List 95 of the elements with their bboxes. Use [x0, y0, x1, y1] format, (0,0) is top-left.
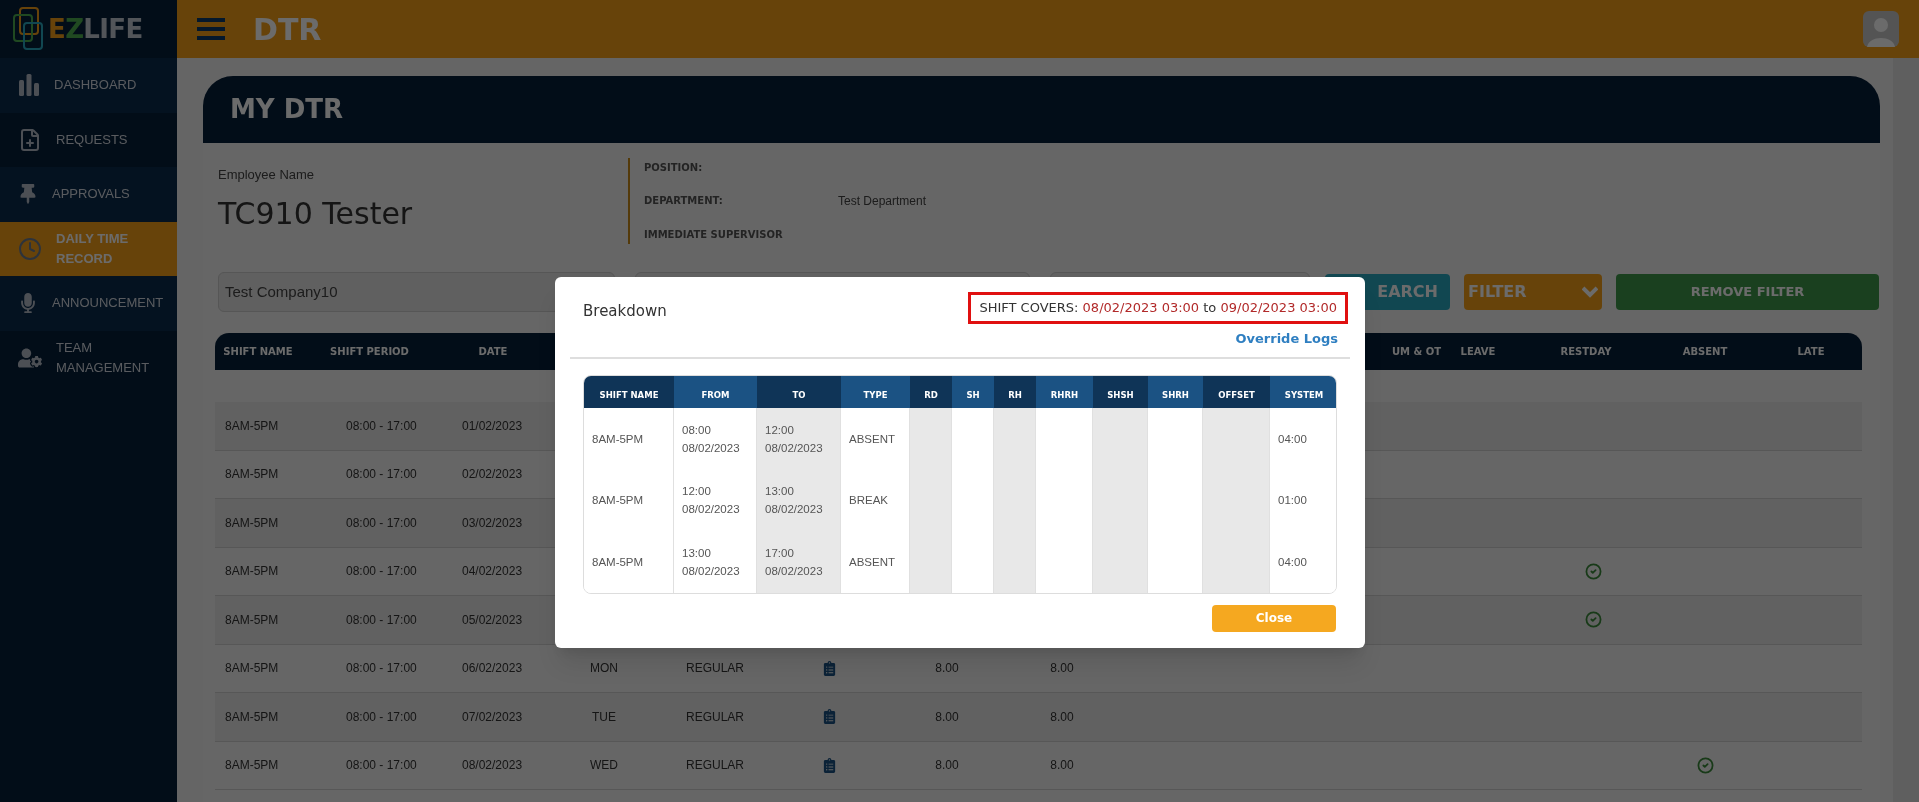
- column-header: OFFSET: [1203, 376, 1270, 408]
- remove-filter-button[interactable]: REMOVE FILTER: [1616, 274, 1879, 310]
- sidebar-item[interactable]: APPROVALS: [0, 167, 177, 222]
- table-cell-text: 05/02/2023: [461, 611, 523, 629]
- column-header: SYSTEM: [1270, 376, 1336, 408]
- table-cell-text: WED: [590, 757, 618, 775]
- avatar-icon[interactable]: [1863, 11, 1899, 47]
- column-header: RH: [994, 376, 1036, 408]
- menu-icon[interactable]: [197, 17, 225, 41]
- table-cell-text: REGULAR: [685, 757, 744, 775]
- detail-label: DEPARTMENT:: [644, 194, 724, 208]
- table-cell: 13:00 08/02/2023: [757, 469, 841, 531]
- table-cell-text: 8.00: [1050, 757, 1074, 775]
- table-cell-text: 08:00 - 17:00: [345, 660, 417, 678]
- employee-name-label: Employee Name: [218, 166, 316, 185]
- close-button[interactable]: Close: [1212, 604, 1336, 632]
- column-header: RD: [910, 376, 952, 408]
- table-cell-text: REGULAR: [685, 708, 744, 726]
- scrollbar[interactable]: [1893, 58, 1919, 802]
- page-title: DTR: [253, 10, 322, 49]
- column-header: RESTDAY: [1560, 345, 1612, 359]
- table-cell-text: 03/02/2023: [461, 514, 523, 532]
- check-circle-icon: [1584, 562, 1602, 580]
- column-header: ABSENT: [1682, 345, 1728, 359]
- column-header: TO: [757, 376, 841, 408]
- logo-text: EZLIFE: [48, 12, 143, 46]
- clipboard-icon[interactable]: [822, 660, 837, 676]
- column-header: UM & OT: [1391, 345, 1442, 359]
- table-cell-text: 08/02/2023: [461, 757, 523, 775]
- column-header: LEAVE: [1460, 345, 1496, 359]
- column-header: FROM: [674, 376, 757, 408]
- sidebar-item[interactable]: DAILY TIME RECORD: [0, 221, 177, 276]
- table-cell-text: 8AM-5PM: [224, 757, 279, 775]
- table-cell-text: 07/02/2023: [461, 708, 523, 726]
- column-header: DATE: [478, 345, 508, 359]
- table-cell-text: 04/02/2023: [461, 563, 523, 581]
- table-cell-text: 8AM-5PM: [224, 514, 279, 532]
- file-plus-icon: [18, 127, 42, 152]
- clipboard-icon[interactable]: [822, 757, 837, 773]
- column-header: TYPE: [841, 376, 910, 408]
- check-circle-icon: [1584, 611, 1602, 629]
- table-cell-text: 8AM-5PM: [224, 611, 279, 629]
- sidebar-item[interactable]: DASHBOARD: [0, 58, 177, 113]
- column-header: RHRH: [1036, 376, 1093, 408]
- user-gear-icon: [18, 345, 42, 370]
- column-header: SHSH: [1093, 376, 1148, 408]
- column-header: LATE: [1797, 345, 1825, 359]
- microphone-icon: [18, 293, 38, 314]
- table-cell-text: 8.00: [1050, 660, 1074, 678]
- table-cell-text: 8.00: [935, 708, 959, 726]
- column-header: SH: [952, 376, 994, 408]
- table-cell-text: 01/02/2023: [461, 417, 523, 435]
- bar-chart-icon: [18, 74, 40, 97]
- clock-icon: [18, 236, 42, 261]
- column-header: SHIFT NAME: [584, 376, 674, 408]
- column-header: SHRH: [1148, 376, 1203, 408]
- table-cell-text: 08:00 - 17:00: [345, 417, 417, 435]
- chevron-down-icon: [1582, 286, 1598, 298]
- table-cell: 12:00 08/02/2023: [757, 408, 841, 470]
- pin-icon: [18, 184, 38, 205]
- override-logs-link[interactable]: Override Logs: [1235, 328, 1338, 348]
- logo-icon: [12, 7, 46, 51]
- table-cell: 8AM-5PM: [584, 531, 674, 593]
- table-cell-text: 08:00 - 17:00: [345, 563, 417, 581]
- table-cell-text: TUE: [592, 708, 616, 726]
- table-cell-text: 8AM-5PM: [224, 563, 279, 581]
- table-cell-text: 8.00: [1050, 708, 1074, 726]
- table-cell: 17:00 08/02/2023: [757, 531, 841, 593]
- detail-label: IMMEDIATE SUPERVISOR: [644, 227, 784, 242]
- clipboard-icon[interactable]: [822, 709, 837, 725]
- column-header: SHIFT NAME: [223, 345, 293, 359]
- table-cell-text: 08:00 - 17:00: [345, 466, 417, 484]
- table-cell-text: 08:00 - 17:00: [345, 611, 417, 629]
- employee-name: TC910 Tester: [218, 194, 414, 233]
- filter-dropdown[interactable]: FILTER: [1464, 274, 1602, 310]
- table-cell-text: 08:00 - 17:00: [345, 708, 417, 726]
- table-cell-text: 08:00 - 17:00: [345, 514, 417, 532]
- check-circle-icon: [1696, 756, 1714, 774]
- table-cell-text: REGULAR: [685, 660, 744, 678]
- shift-covers-text: SHIFT COVERS: 08/02/2023 03:00 to 09/02/2023 03:00: [968, 292, 1348, 324]
- table-cell-text: 8AM-5PM: [224, 417, 279, 435]
- detail-label: POSITION:: [644, 160, 704, 175]
- column-header: SHIFT PERIOD: [330, 345, 409, 359]
- card-title: MY DTR: [230, 93, 344, 126]
- table-cell-text: 06/02/2023: [461, 660, 523, 678]
- table-cell-text: MON: [590, 660, 618, 678]
- table-cell-text: 8AM-5PM: [224, 660, 279, 678]
- table-cell-text: 8AM-5PM: [224, 466, 279, 484]
- table-cell-text: 8.00: [935, 757, 959, 775]
- sidebar-item[interactable]: ANNOUNCEMENT: [0, 276, 177, 331]
- table-cell-text: 08:00 - 17:00: [345, 757, 417, 775]
- table-cell-text: 02/02/2023: [461, 466, 523, 484]
- table-cell-text: 8AM-5PM: [224, 708, 279, 726]
- detail-value: Test Department: [838, 192, 927, 210]
- table-cell-text: 8.00: [935, 660, 959, 678]
